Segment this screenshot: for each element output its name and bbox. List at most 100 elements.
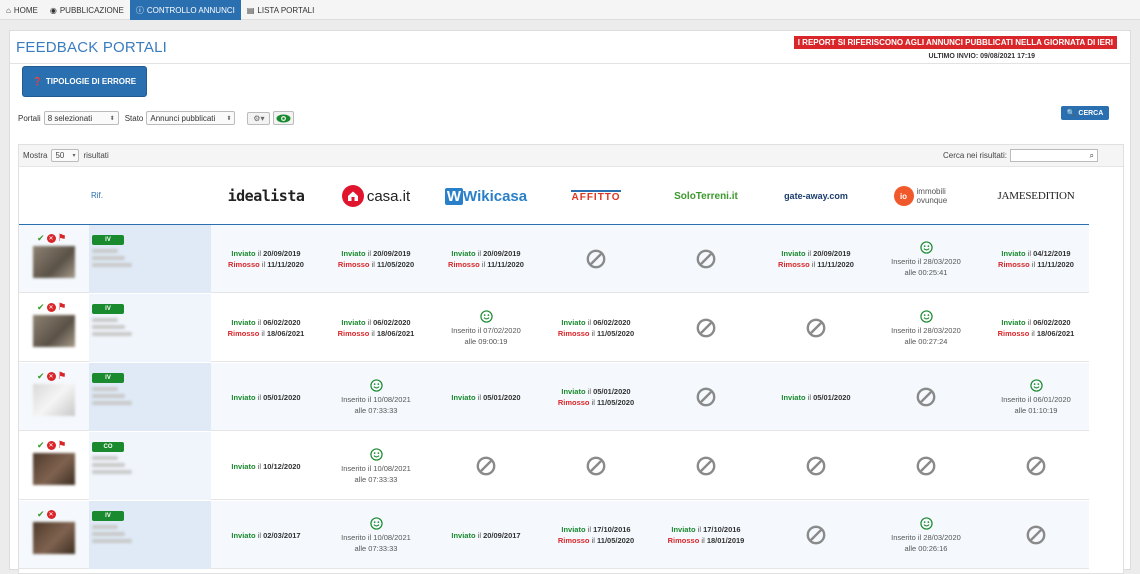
row-info: ✔ ✕ ⚑ CO — [19, 432, 211, 500]
listing-thumbnail[interactable] — [33, 315, 75, 347]
sent-at-label: il — [585, 318, 594, 327]
sent-line: Inviato il 20/09/2017 — [451, 530, 520, 541]
check-icon[interactable]: ✔ — [37, 371, 45, 382]
sent-line: Inviato il 06/02/2020 — [561, 317, 630, 328]
flag-icon[interactable]: ⚑ — [58, 233, 67, 244]
tab-controllo-annunci[interactable]: ⓘ CONTROLLO ANNUNCI — [129, 0, 241, 20]
tab-home[interactable]: ⌂ HOME — [0, 0, 44, 20]
delete-icon[interactable]: ✕ — [46, 510, 56, 519]
row-actions: ✔ ✕ ⚑ — [37, 371, 67, 382]
sent-at-label: il — [255, 530, 264, 540]
table-search-label: Cerca nei risultati: — [943, 151, 1008, 160]
removed-date: 11/11/2020 — [1037, 260, 1074, 269]
portal-status-cell — [541, 432, 651, 500]
sent-at-label: il — [1025, 249, 1034, 258]
sent-line: Inviato il 17/10/2016 — [561, 524, 630, 535]
results-label: risultati — [83, 151, 109, 160]
portal-status-cell — [651, 432, 761, 500]
flag-icon[interactable]: ⚑ — [58, 302, 67, 313]
portal-header-casa[interactable]: casa.it — [321, 181, 431, 211]
report-banner: I REPORT SI RIFERISCONO AGLI ANNUNCI PUB… — [793, 36, 1117, 49]
row-actions: ✔ ✕ — [37, 509, 56, 520]
listing-thumbnail[interactable] — [33, 522, 75, 554]
sent-label: Inviato — [561, 318, 586, 327]
redacted-text — [92, 525, 118, 529]
sent-date: 10/12/2020 — [263, 461, 301, 471]
stato-label: Stato — [124, 113, 144, 123]
show-label: Mostra — [23, 151, 48, 160]
portal-header-immobili-ovunque[interactable]: io immobili ovunque — [871, 181, 981, 211]
portal-status-cell: Inviato il 06/02/2020 Rimosso il 18/06/20… — [321, 294, 431, 362]
stato-value: Annunci pubblicati — [150, 113, 216, 123]
feedback-panel: FEEDBACK PORTALI I REPORT SI RIFERISCONO… — [9, 30, 1131, 574]
removed-date: 11/11/2020 — [817, 260, 854, 269]
portal-status-cell: Inserito il 10/08/2021 alle 07:33:33 — [321, 501, 431, 569]
check-icon[interactable]: ✔ — [37, 440, 45, 451]
sent-date: 06/02/2020 — [263, 318, 301, 327]
delete-icon[interactable]: ✕ — [46, 441, 56, 450]
sent-line: Inviato il 20/09/2019 — [341, 248, 410, 259]
portal-header-affitto[interactable]: AFFITTO — [541, 181, 651, 211]
idealista-logo: idealista — [227, 187, 305, 205]
stato-select[interactable]: Annunci pubblicati ⬍ — [146, 111, 236, 125]
listing-thumbnail[interactable] — [33, 453, 75, 485]
not-published-icon — [476, 456, 496, 476]
removed-label: Rimosso — [998, 260, 1030, 269]
portal-header-jamesedition[interactable]: JAMESEDITION — [981, 181, 1091, 211]
status-badge: IV — [92, 373, 124, 383]
portal-status-cell — [761, 432, 871, 500]
not-published-icon — [696, 249, 716, 269]
portal-header-wikicasa[interactable]: W Wikicasa — [431, 181, 541, 211]
portal-status-cell: Inviato il 17/10/2016 Rimosso il 11/05/20… — [541, 501, 651, 569]
check-icon[interactable]: ✔ — [37, 233, 45, 244]
not-published-icon — [916, 387, 936, 407]
row-info: ✔ ✕ ⚑ IV — [19, 225, 211, 293]
check-icon[interactable]: ✔ — [37, 509, 45, 520]
delete-icon[interactable]: ✕ — [46, 303, 56, 312]
delete-icon[interactable]: ✕ — [46, 234, 56, 243]
inserted-date: Inserito il 10/08/2021 — [341, 532, 411, 542]
sent-label: Inviato — [451, 392, 476, 402]
flag-icon[interactable]: ⚑ — [58, 371, 67, 382]
page-length-control: Mostra 50 ▾ risultati — [23, 149, 109, 162]
flag-icon[interactable]: ⚑ — [58, 440, 67, 451]
tipologie-errore-label: TIPOLOGIE DI ERRORE — [45, 77, 137, 86]
rif-header[interactable]: Rif. — [91, 191, 103, 200]
table-row: ✔ ✕ ⚑ IV Inviato il 20/09/2019 Rimosso il 11/… — [19, 225, 1089, 293]
tab-pubblicazione[interactable]: ◉ PUBBLICAZIONE — [44, 0, 130, 20]
portal-header-soloterreni[interactable]: SoloTerreni.it — [651, 181, 761, 211]
sent-date: 04/12/2019 — [1033, 249, 1071, 258]
not-published-icon — [586, 249, 606, 269]
sent-line: Inviato il 06/02/2020 — [1001, 317, 1070, 328]
sent-line: Inviato il 20/09/2019 — [451, 248, 520, 259]
portal-header-idealista[interactable]: idealista — [211, 181, 321, 211]
info-icon: ⓘ — [135, 5, 144, 15]
question-icon: ❓ — [32, 77, 43, 86]
removed-line: Rimosso il 18/06/2021 — [228, 328, 305, 339]
sent-label: Inviato — [231, 249, 256, 258]
affitto-logo: AFFITTO — [571, 189, 621, 203]
check-icon[interactable]: ✔ — [37, 302, 45, 313]
listing-thumbnail[interactable] — [33, 384, 75, 416]
portal-status-cell — [651, 363, 761, 431]
delete-icon[interactable]: ✕ — [46, 372, 56, 381]
tab-lista-portali[interactable]: ▤ LISTA PORTALI — [241, 0, 320, 20]
toggle-view-button[interactable] — [273, 111, 295, 125]
removed-label: Rimosso — [227, 329, 260, 338]
table-search-input[interactable]: ⌕ — [1010, 149, 1099, 162]
portal-status-cell — [761, 501, 871, 569]
status-badge: IV — [92, 511, 124, 521]
jamesedition-logo: JAMESEDITION — [997, 190, 1075, 202]
removed-at-label: il — [259, 329, 267, 338]
sent-date: 05/01/2020 — [483, 392, 521, 402]
portali-select[interactable]: 8 selezionati ⬍ — [43, 111, 119, 125]
sent-at-label: il — [475, 392, 484, 402]
portal-header-gateaway[interactable]: gate-away.com — [761, 181, 871, 211]
home-icon: ⌂ — [6, 5, 11, 15]
portal-status-cell: Inserito il 28/03/2020 alle 00:26:16 — [871, 501, 981, 569]
page-length-select[interactable]: 50 ▾ — [51, 149, 80, 162]
tipologie-errore-button[interactable]: ❓ TIPOLOGIE DI ERRORE — [22, 66, 147, 97]
search-button[interactable]: 🔍 CERCA — [1061, 106, 1109, 120]
listing-thumbnail[interactable] — [33, 246, 75, 278]
settings-dropdown-button[interactable]: ⚙▾ — [247, 111, 271, 125]
